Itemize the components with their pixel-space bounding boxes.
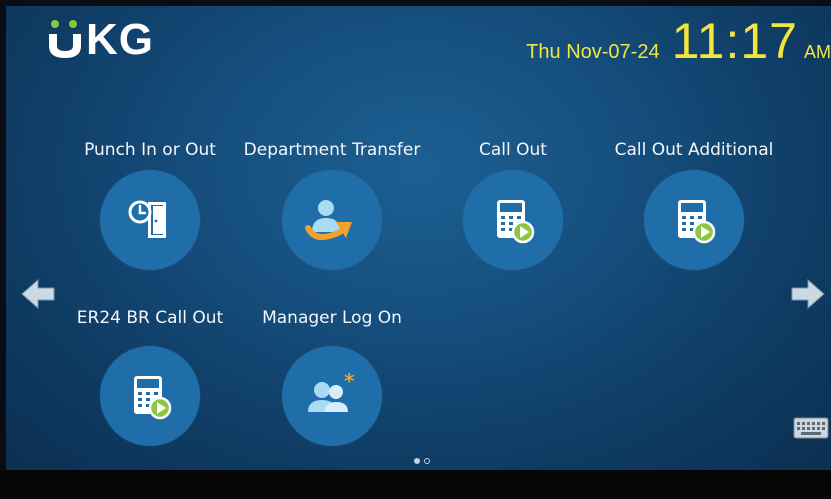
- time-label: 11:17: [671, 13, 798, 69]
- next-page-arrow-icon[interactable]: [790, 276, 826, 312]
- tile-department-transfer[interactable]: Department Transfer: [242, 116, 422, 276]
- logo-u-mark: [46, 18, 84, 62]
- keyboard-icon[interactable]: [793, 417, 829, 439]
- kiosk-screen: KG Thu Nov-07-24 11:17 AM Punch In or Ou…: [6, 6, 831, 470]
- previous-page-arrow-icon[interactable]: [20, 276, 56, 312]
- manager-logon-icon[interactable]: *: [282, 346, 382, 446]
- tile-label: Call Out: [479, 140, 547, 160]
- call-out-keypad-icon[interactable]: [463, 170, 563, 270]
- bottom-bezel: [0, 470, 831, 499]
- page-dot-active[interactable]: [414, 458, 420, 464]
- date-label: Thu Nov-07-24: [526, 41, 660, 63]
- tile-manager-log-on[interactable]: Manager Log On *: [242, 296, 422, 456]
- clock: Thu Nov-07-24 11:17 AM: [526, 16, 831, 66]
- tile-punch-in-out[interactable]: Punch In or Out: [60, 116, 240, 276]
- page-indicator: [414, 458, 430, 464]
- svg-text:*: *: [344, 369, 355, 393]
- logo-text: KG: [86, 15, 154, 64]
- tile-label: Manager Log On: [262, 308, 402, 328]
- tile-call-out[interactable]: Call Out: [423, 116, 603, 276]
- tile-label: Punch In or Out: [84, 140, 216, 160]
- ukg-logo: KG: [46, 12, 154, 62]
- punch-clock-door-icon[interactable]: [100, 170, 200, 270]
- ampm-label: AM: [804, 42, 831, 62]
- tile-er24-br-call-out[interactable]: ER24 BR Call Out: [60, 296, 240, 456]
- department-transfer-icon[interactable]: [282, 170, 382, 270]
- tile-call-out-additional[interactable]: Call Out Additional: [604, 116, 784, 276]
- call-out-keypad-icon[interactable]: [644, 170, 744, 270]
- tile-label: ER24 BR Call Out: [76, 308, 224, 328]
- call-out-keypad-icon[interactable]: [100, 346, 200, 446]
- page-dot[interactable]: [424, 458, 430, 464]
- tile-label: Call Out Additional: [614, 140, 774, 160]
- tile-label: Department Transfer: [243, 140, 421, 160]
